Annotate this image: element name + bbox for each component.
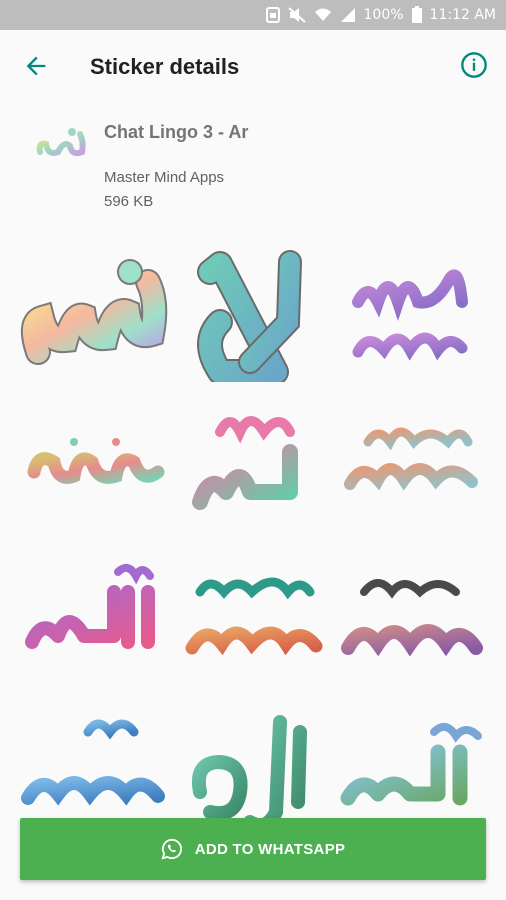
sticker-9	[341, 579, 483, 657]
info-icon[interactable]	[460, 51, 488, 79]
app-bar: Sticker details	[0, 30, 506, 102]
add-to-whatsapp-button[interactable]: ADD TO WHATSAPP	[20, 818, 486, 880]
clock: 11:12 AM	[429, 6, 496, 23]
sticker-1	[20, 259, 168, 365]
pack-name: Chat Lingo 3 - Ar	[104, 122, 249, 142]
add-to-whatsapp-label: ADD TO WHATSAPP	[194, 840, 346, 858]
status-icons: 100% 11:12 AM	[265, 6, 496, 23]
sim-icon	[265, 6, 280, 23]
whatsapp-icon	[161, 838, 182, 860]
back-arrow-icon[interactable]	[22, 52, 50, 80]
sticker-2	[197, 250, 302, 382]
signal-icon	[340, 7, 355, 22]
sticker-4	[27, 438, 165, 484]
page-title: Sticker details	[90, 54, 240, 79]
battery-percent: 100%	[363, 6, 404, 23]
sticker-5	[192, 416, 298, 510]
sticker-6	[344, 427, 478, 491]
pack-header: Chat Lingo 3 - Ar Master Mind Apps 596 K…	[0, 102, 506, 220]
pack-size: 596 KB	[104, 193, 154, 210]
sticker-8	[185, 577, 323, 656]
wifi-icon	[314, 8, 331, 21]
sticker-grid	[0, 232, 506, 833]
status-bar: 100% 11:12 AM	[0, 0, 506, 30]
tray-sticker-icon	[36, 128, 86, 157]
sticker-7	[25, 563, 155, 649]
sticker-3	[352, 269, 468, 361]
pack-publisher: Master Mind Apps	[104, 169, 225, 186]
mute-icon	[287, 6, 306, 23]
battery-icon	[411, 6, 422, 23]
